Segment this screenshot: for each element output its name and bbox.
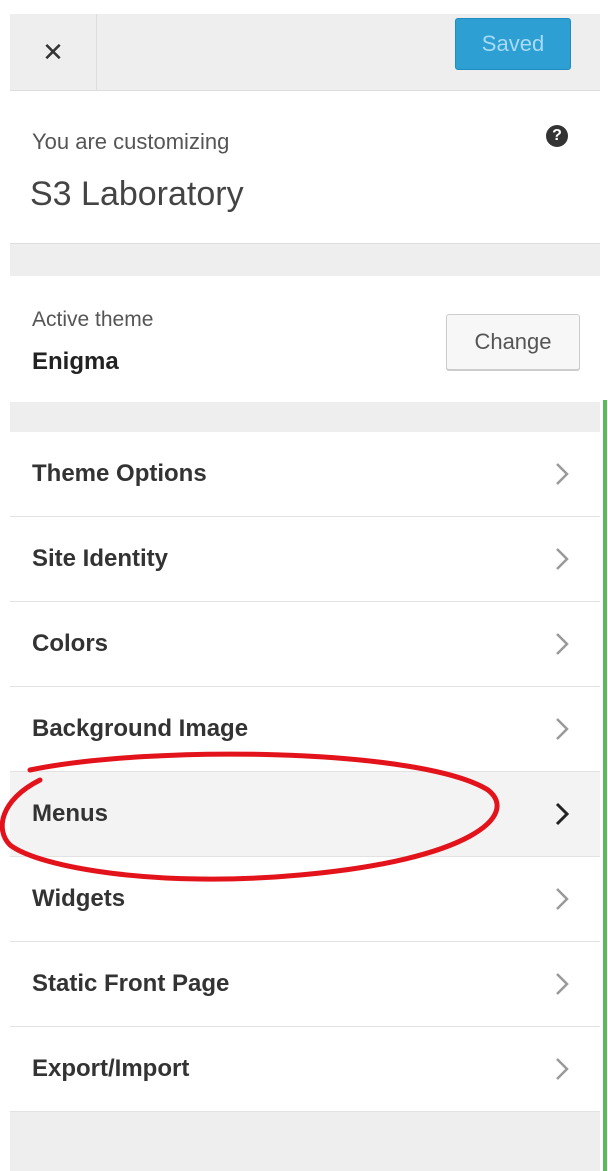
chevron-right-icon bbox=[555, 802, 570, 826]
close-button[interactable]: ✕ bbox=[10, 14, 97, 90]
customizer-header: ✕ Saved bbox=[10, 14, 600, 91]
chevron-right-icon bbox=[556, 548, 569, 570]
section-label: Colors bbox=[32, 630, 109, 657]
active-theme-label: Active theme bbox=[32, 308, 154, 331]
chevron-right-icon bbox=[556, 463, 569, 485]
site-title: S3 Laboratory bbox=[30, 175, 244, 213]
change-theme-button[interactable]: Change bbox=[446, 314, 580, 370]
chevron-right-icon bbox=[556, 633, 569, 655]
section-label: Static Front Page bbox=[32, 970, 230, 997]
chevron-right-icon bbox=[556, 888, 569, 910]
customizer-sections: Theme Options Site Identity Colors Backg… bbox=[10, 432, 600, 1112]
section-colors[interactable]: Colors bbox=[10, 602, 600, 687]
section-widgets[interactable]: Widgets bbox=[10, 857, 600, 942]
section-theme-options[interactable]: Theme Options bbox=[10, 432, 600, 517]
section-background-image[interactable]: Background Image bbox=[10, 687, 600, 772]
section-menus[interactable]: Menus bbox=[10, 772, 600, 857]
section-label: Background Image bbox=[32, 715, 249, 742]
section-label: Theme Options bbox=[32, 460, 207, 487]
section-label: Widgets bbox=[32, 885, 126, 912]
active-theme-section: Active theme Enigma Change bbox=[10, 276, 600, 402]
close-icon: ✕ bbox=[42, 36, 64, 67]
customizing-info: You are customizing S3 Laboratory ? bbox=[10, 91, 600, 244]
help-icon[interactable]: ? bbox=[546, 125, 568, 147]
section-static-front-page[interactable]: Static Front Page bbox=[10, 942, 600, 1027]
section-site-identity[interactable]: Site Identity bbox=[10, 517, 600, 602]
section-export-import[interactable]: Export/Import bbox=[10, 1027, 600, 1112]
chevron-right-icon bbox=[556, 1058, 569, 1080]
section-label: Export/Import bbox=[32, 1055, 190, 1082]
customizer-page: ✕ Saved You are customizing S3 Laborator… bbox=[0, 0, 608, 1171]
customizer-panel: ✕ Saved You are customizing S3 Laborator… bbox=[10, 14, 600, 1171]
section-label: Site Identity bbox=[32, 545, 169, 572]
section-label: Menus bbox=[32, 800, 109, 827]
customizing-label: You are customizing bbox=[32, 129, 230, 154]
saved-button[interactable]: Saved bbox=[455, 18, 571, 70]
chevron-right-icon bbox=[556, 973, 569, 995]
active-theme-name: Enigma bbox=[32, 348, 119, 375]
preview-edge-strip bbox=[603, 400, 607, 1171]
chevron-right-icon bbox=[556, 718, 569, 740]
